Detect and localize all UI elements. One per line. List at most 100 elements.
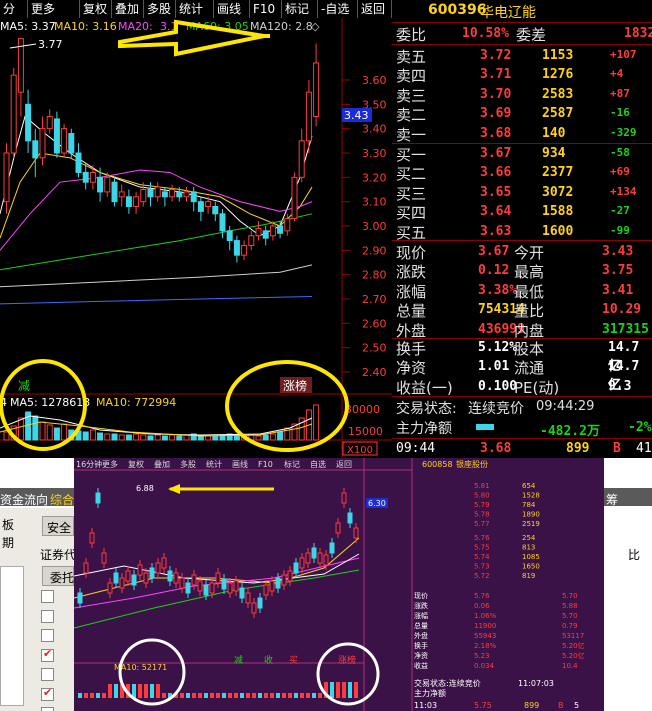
candle bbox=[25, 103, 32, 142]
toolbar-item-7[interactable]: F10 bbox=[250, 0, 282, 18]
sell-level-change-4: -329 bbox=[610, 125, 637, 139]
weicha-value: 1832 bbox=[624, 26, 652, 41]
candle bbox=[89, 171, 96, 183]
toolbar-item-4[interactable]: 多股 bbox=[144, 0, 176, 18]
overlay-stat-label-0: 现价 bbox=[414, 592, 428, 600]
overlay-buy-price-1: 5.75 bbox=[474, 544, 490, 552]
right-tab[interactable]: 筹 bbox=[606, 491, 618, 508]
overlay-volume-bar bbox=[114, 684, 118, 698]
toolbar-item-9[interactable]: -自选 bbox=[318, 0, 358, 18]
webi-label: 委比 bbox=[396, 26, 427, 44]
candle bbox=[226, 230, 233, 242]
sell-level-price-0: 3.72 bbox=[480, 48, 512, 63]
overlay-volume-bar bbox=[264, 693, 268, 698]
overlay-stat-right-2: 5.70 bbox=[562, 612, 578, 620]
sell-level-price-1: 3.71 bbox=[480, 67, 512, 83]
candle bbox=[248, 235, 255, 246]
overlay-toolbar-item-1: 更多 bbox=[102, 459, 118, 469]
row-checkbox-3[interactable] bbox=[41, 647, 54, 662]
overlay-stat-right-4: 53117 bbox=[562, 632, 584, 640]
price-tick-0: 3.60 bbox=[362, 74, 387, 87]
overlay-candle bbox=[329, 542, 335, 554]
overlay-volume-bar bbox=[276, 693, 280, 698]
overlay-candle bbox=[215, 572, 221, 584]
overlay-stat-value-4: 55943 bbox=[474, 632, 496, 640]
sell-level-label-4: 卖一 bbox=[396, 125, 427, 144]
overlay-candle bbox=[161, 557, 167, 569]
overlay-candle bbox=[269, 580, 275, 592]
toolbar-item-1[interactable]: 更多 bbox=[28, 0, 80, 18]
overlay-candle bbox=[101, 552, 107, 564]
stat-label2-3: 量比 bbox=[514, 302, 545, 321]
sell-level-change-1: +4 bbox=[610, 67, 624, 81]
candle bbox=[291, 176, 298, 220]
row-checkbox-2[interactable] bbox=[41, 629, 54, 642]
volume-bar bbox=[39, 421, 46, 441]
volume-bar bbox=[169, 434, 176, 441]
volume-bar bbox=[262, 434, 269, 441]
overlay-volume-bar bbox=[216, 693, 220, 698]
overlay-volume-bar bbox=[336, 682, 340, 698]
overlay-sell-price-4: 5.77 bbox=[474, 520, 490, 528]
buy-level-change-3: -27 bbox=[610, 204, 630, 218]
overlay-volume-bar bbox=[258, 693, 262, 698]
overlay-candle bbox=[83, 562, 89, 574]
overlay-buy-price-0: 5.76 bbox=[474, 534, 490, 542]
candle bbox=[147, 188, 154, 198]
toolbar-item-0[interactable]: 分钟 bbox=[0, 0, 28, 34]
row-checkbox-5[interactable] bbox=[41, 686, 54, 701]
overlay-toolbar-item-4: 多股 bbox=[180, 459, 196, 469]
sell-level-label-2: 卖三 bbox=[396, 86, 427, 105]
candle bbox=[205, 201, 212, 208]
buy-level-price-2: 3.65 bbox=[480, 184, 512, 200]
toolbar-item-3[interactable]: 叠加 bbox=[112, 0, 144, 18]
toolbar-item-2[interactable]: 复权 bbox=[80, 0, 112, 18]
volume-bar bbox=[89, 429, 96, 441]
sell-level-label-3: 卖二 bbox=[396, 106, 427, 125]
buy-level-volume-2: 3072 bbox=[542, 184, 574, 200]
safe-button[interactable]: 安全 bbox=[47, 519, 71, 536]
chart-toolbar: 分钟更多复权叠加多股统计画线F10标记-自选返回 bbox=[0, 0, 392, 34]
candle bbox=[298, 140, 305, 178]
toolbar-item-8[interactable]: 标记 bbox=[282, 0, 318, 18]
candle bbox=[32, 140, 39, 159]
overlay-buy-vol-1: 813 bbox=[522, 544, 535, 552]
buy-level-price-1: 3.66 bbox=[480, 165, 512, 181]
overlay-toolbar-item-9: 自选 bbox=[310, 459, 326, 469]
row-checkbox-4[interactable] bbox=[41, 668, 54, 681]
side-label-2: 期 bbox=[2, 536, 15, 550]
order-button[interactable]: 委托 bbox=[50, 569, 74, 586]
tab-composite[interactable]: 综合 bbox=[50, 491, 74, 508]
overlay-code: 600858 bbox=[422, 460, 453, 469]
overlay-tick-time: 11:03 bbox=[414, 701, 437, 710]
toolbar-item-6[interactable]: 画线 bbox=[214, 0, 250, 18]
overlay-volume-bar bbox=[318, 693, 322, 698]
stat2-label2-0: 股本 bbox=[514, 340, 545, 358]
overlay-candle bbox=[197, 580, 203, 592]
toolbar-item-10[interactable]: 返回 bbox=[358, 0, 392, 18]
row-checkbox-0[interactable] bbox=[41, 590, 54, 603]
candle bbox=[241, 244, 248, 256]
overlay-tick-vol: 899 bbox=[524, 701, 539, 710]
overlay-stat-label-7: 收益 bbox=[414, 661, 428, 670]
overlay-stat-value-5: 2.18% bbox=[474, 642, 497, 650]
toolbar-item-5[interactable]: 统计 bbox=[176, 0, 214, 18]
overlay-volume-bar bbox=[222, 693, 226, 698]
overlay-volume-bar bbox=[210, 693, 214, 698]
sell-level-label-0: 卖五 bbox=[396, 48, 427, 66]
overlay-tick-extra: 5 bbox=[574, 701, 579, 710]
row-checkbox-1[interactable] bbox=[41, 609, 54, 623]
kline-chart[interactable]: 3.603.503.403.303.203.103.002.902.802.70… bbox=[0, 18, 392, 458]
buy-level-change-0: -58 bbox=[610, 146, 630, 159]
overlay-volume-bar bbox=[330, 682, 334, 698]
candle bbox=[176, 191, 183, 198]
overlay-stat-right-1: 5.88 bbox=[562, 602, 578, 610]
tab-fund-flow[interactable]: 资金流向 bbox=[0, 491, 48, 508]
row-checkbox-6[interactable] bbox=[41, 707, 54, 711]
overlay-volume-bar bbox=[246, 693, 250, 698]
overlay-candle bbox=[179, 577, 185, 589]
overlay-candle bbox=[89, 532, 95, 544]
overlay-candle bbox=[77, 592, 83, 604]
overlay-candle bbox=[125, 570, 131, 582]
overlay-volume-bar bbox=[150, 684, 154, 698]
